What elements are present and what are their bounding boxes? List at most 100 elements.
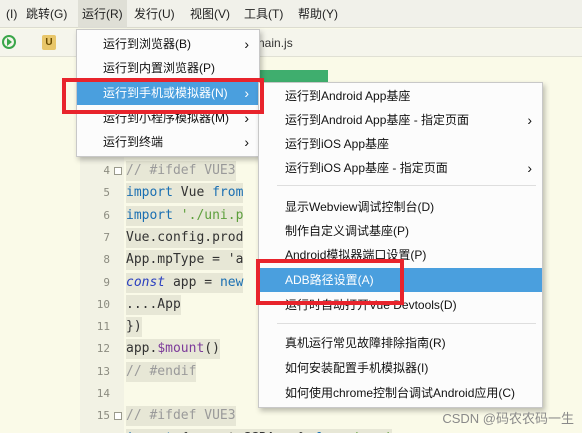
run-to-miniprogram-label: 运行到小程序模拟器(M) [103, 111, 229, 125]
chevron-right-icon: › [527, 112, 532, 128]
fold-marker-icon[interactable] [114, 412, 122, 421]
run-to-device-label: 运行到手机或模拟器(N) [103, 86, 228, 100]
separator [277, 185, 536, 186]
line-number: 8 [103, 253, 110, 267]
run-android-page[interactable]: 运行到Android App基座 - 指定页面 › [259, 108, 542, 132]
run-to-miniprogram[interactable]: 运行到小程序模拟器(M) › [77, 106, 259, 130]
run-to-terminal[interactable]: 运行到终端 › [77, 130, 259, 154]
line-number: 5 [103, 186, 110, 200]
code-token: App.mpType = 'a [126, 252, 244, 268]
code-token: import [126, 207, 173, 223]
code-token: new [219, 274, 244, 290]
run-to-builtin-browser[interactable]: 运行到内置浏览器(P) [77, 56, 259, 80]
run-ios-page[interactable]: 运行到iOS App基座 - 指定页面 › [259, 156, 542, 180]
vue-devtools-label: 运行时自动打开Vue Devtools(D) [285, 298, 457, 312]
watermark: CSDN @码农农码一生 [442, 411, 574, 426]
code-line: app.$mount() [126, 339, 220, 360]
separator [277, 323, 536, 324]
custom-debug-base[interactable]: 制作自定义调试基座(P) [259, 219, 542, 243]
code-token: }) [126, 319, 142, 335]
line-number: 14 [96, 387, 110, 400]
code-token: () [204, 341, 220, 357]
troubleshoot-guide[interactable]: 真机运行常见故障排除指南(R) [259, 331, 542, 355]
code-line: // #ifdef VUE3 [126, 406, 236, 427]
code-token: from [212, 185, 244, 201]
chevron-right-icon: › [244, 36, 249, 52]
fold-marker-icon[interactable] [114, 167, 122, 175]
code-token: ....App [126, 296, 181, 312]
line-number: 9 [103, 275, 110, 289]
line-number: 6 [103, 208, 110, 222]
code-line: import Vue from [126, 183, 244, 204]
chrome-debug[interactable]: 如何使用chrome控制台调试Android应用(C) [259, 381, 542, 405]
line-number: 12 [96, 342, 110, 356]
run-to-device[interactable]: 运行到手机或模拟器(N) › [77, 81, 259, 105]
adb-path-setting[interactable]: ADB路径设置(A) [259, 268, 542, 292]
run-to-browser-label: 运行到浏览器(B) [103, 37, 191, 51]
run-menu: 运行到浏览器(B) › 运行到内置浏览器(P) 运行到手机或模拟器(N) › 运行到… [76, 29, 260, 157]
run-to-browser[interactable]: 运行到浏览器(B) › [77, 32, 259, 56]
run-ios-base[interactable]: 运行到iOS App基座 [259, 132, 542, 156]
code-line: // #endif [126, 361, 197, 382]
run-to-builtin-browser-label: 运行到内置浏览器(P) [103, 61, 215, 75]
line-number: 11 [96, 320, 110, 334]
run-android-base[interactable]: 运行到Android App基座 [259, 84, 542, 108]
code-token: // #endif [126, 363, 197, 379]
chrome-debug-label: 如何使用chrome控制台调试Android应用(C) [285, 386, 516, 400]
run-ios-base-label: 运行到iOS App基座 [285, 137, 390, 151]
code-line: import { createSSRApp } from 'vue' [126, 428, 393, 433]
code-token: $mount [157, 341, 205, 357]
code-line: import './uni.p [126, 205, 244, 226]
line-number: 15 [96, 409, 110, 423]
chevron-right-icon: › [244, 134, 249, 150]
code-token: // #ifdef VUE3 [126, 163, 236, 178]
chevron-right-icon: › [244, 110, 249, 126]
menu-bar: (I) 跳转(G) 运行(R) 发行(U) 视图(V) 工具(T) 帮助(Y) [0, 0, 582, 28]
run-to-terminal-label: 运行到终端 [103, 135, 164, 149]
code-token: import [126, 185, 173, 201]
code-line: const app = new [126, 272, 244, 293]
run-android-page-label: 运行到Android App基座 - 指定页面 [285, 113, 470, 127]
line-number: 13 [96, 364, 110, 378]
line-number: 7 [103, 230, 110, 244]
code-token: Vue [172, 185, 213, 201]
code-line: }) [126, 317, 142, 338]
menu-tools[interactable]: 工具(T) [240, 0, 287, 28]
code-token: Vue.config.prod [126, 229, 244, 245]
line-number: 10 [96, 297, 110, 311]
line-number: 4 [103, 164, 110, 177]
code-token: './uni.p [180, 207, 244, 223]
code-line: ....App [126, 294, 181, 315]
menu-i[interactable]: (I) [2, 0, 21, 28]
editor-tab[interactable]: nain.js [258, 35, 293, 51]
code-line: App.mpType = 'a [126, 250, 244, 271]
menu-jump[interactable]: 跳转(G) [22, 0, 71, 28]
run-ios-page-label: 运行到iOS App基座 - 指定页面 [285, 161, 448, 175]
menu-help[interactable]: 帮助(Y) [294, 0, 342, 28]
device-submenu: 运行到Android App基座 运行到Android App基座 - 指定页面… [258, 82, 543, 408]
chevron-right-icon: › [527, 160, 532, 176]
code-token: // #ifdef VUE3 [126, 408, 236, 424]
android-emulator-port-label: Android模拟器端口设置(P) [285, 248, 427, 262]
troubleshoot-guide-label: 真机运行常见故障排除指南(R) [285, 336, 446, 350]
install-emulator[interactable]: 如何安装配置手机模拟器(I) [259, 356, 542, 380]
line-number: 16 [80, 428, 110, 433]
code-line: Vue.config.prod [126, 227, 244, 248]
menu-run[interactable]: 运行(R) [78, 0, 127, 28]
run-android-base-label: 运行到Android App基座 [285, 89, 411, 103]
code-line: // #ifdef VUE3 [126, 161, 236, 181]
menu-publish[interactable]: 发行(U) [130, 0, 179, 28]
code-token: app = [165, 274, 220, 290]
install-emulator-label: 如何安装配置手机模拟器(I) [285, 361, 429, 375]
file-icon: U [42, 35, 56, 50]
run-icon[interactable] [2, 35, 16, 49]
code-token: app. [126, 341, 158, 357]
menu-view[interactable]: 视图(V) [186, 0, 234, 28]
android-emulator-port[interactable]: Android模拟器端口设置(P) [259, 243, 542, 267]
code-token: const [126, 274, 166, 290]
custom-debug-base-label: 制作自定义调试基座(P) [285, 224, 409, 238]
adb-path-setting-label: ADB路径设置(A) [285, 273, 374, 287]
vue-devtools[interactable]: 运行时自动打开Vue Devtools(D) [259, 293, 542, 317]
webview-console[interactable]: 显示Webview调试控制台(D) [259, 195, 542, 219]
